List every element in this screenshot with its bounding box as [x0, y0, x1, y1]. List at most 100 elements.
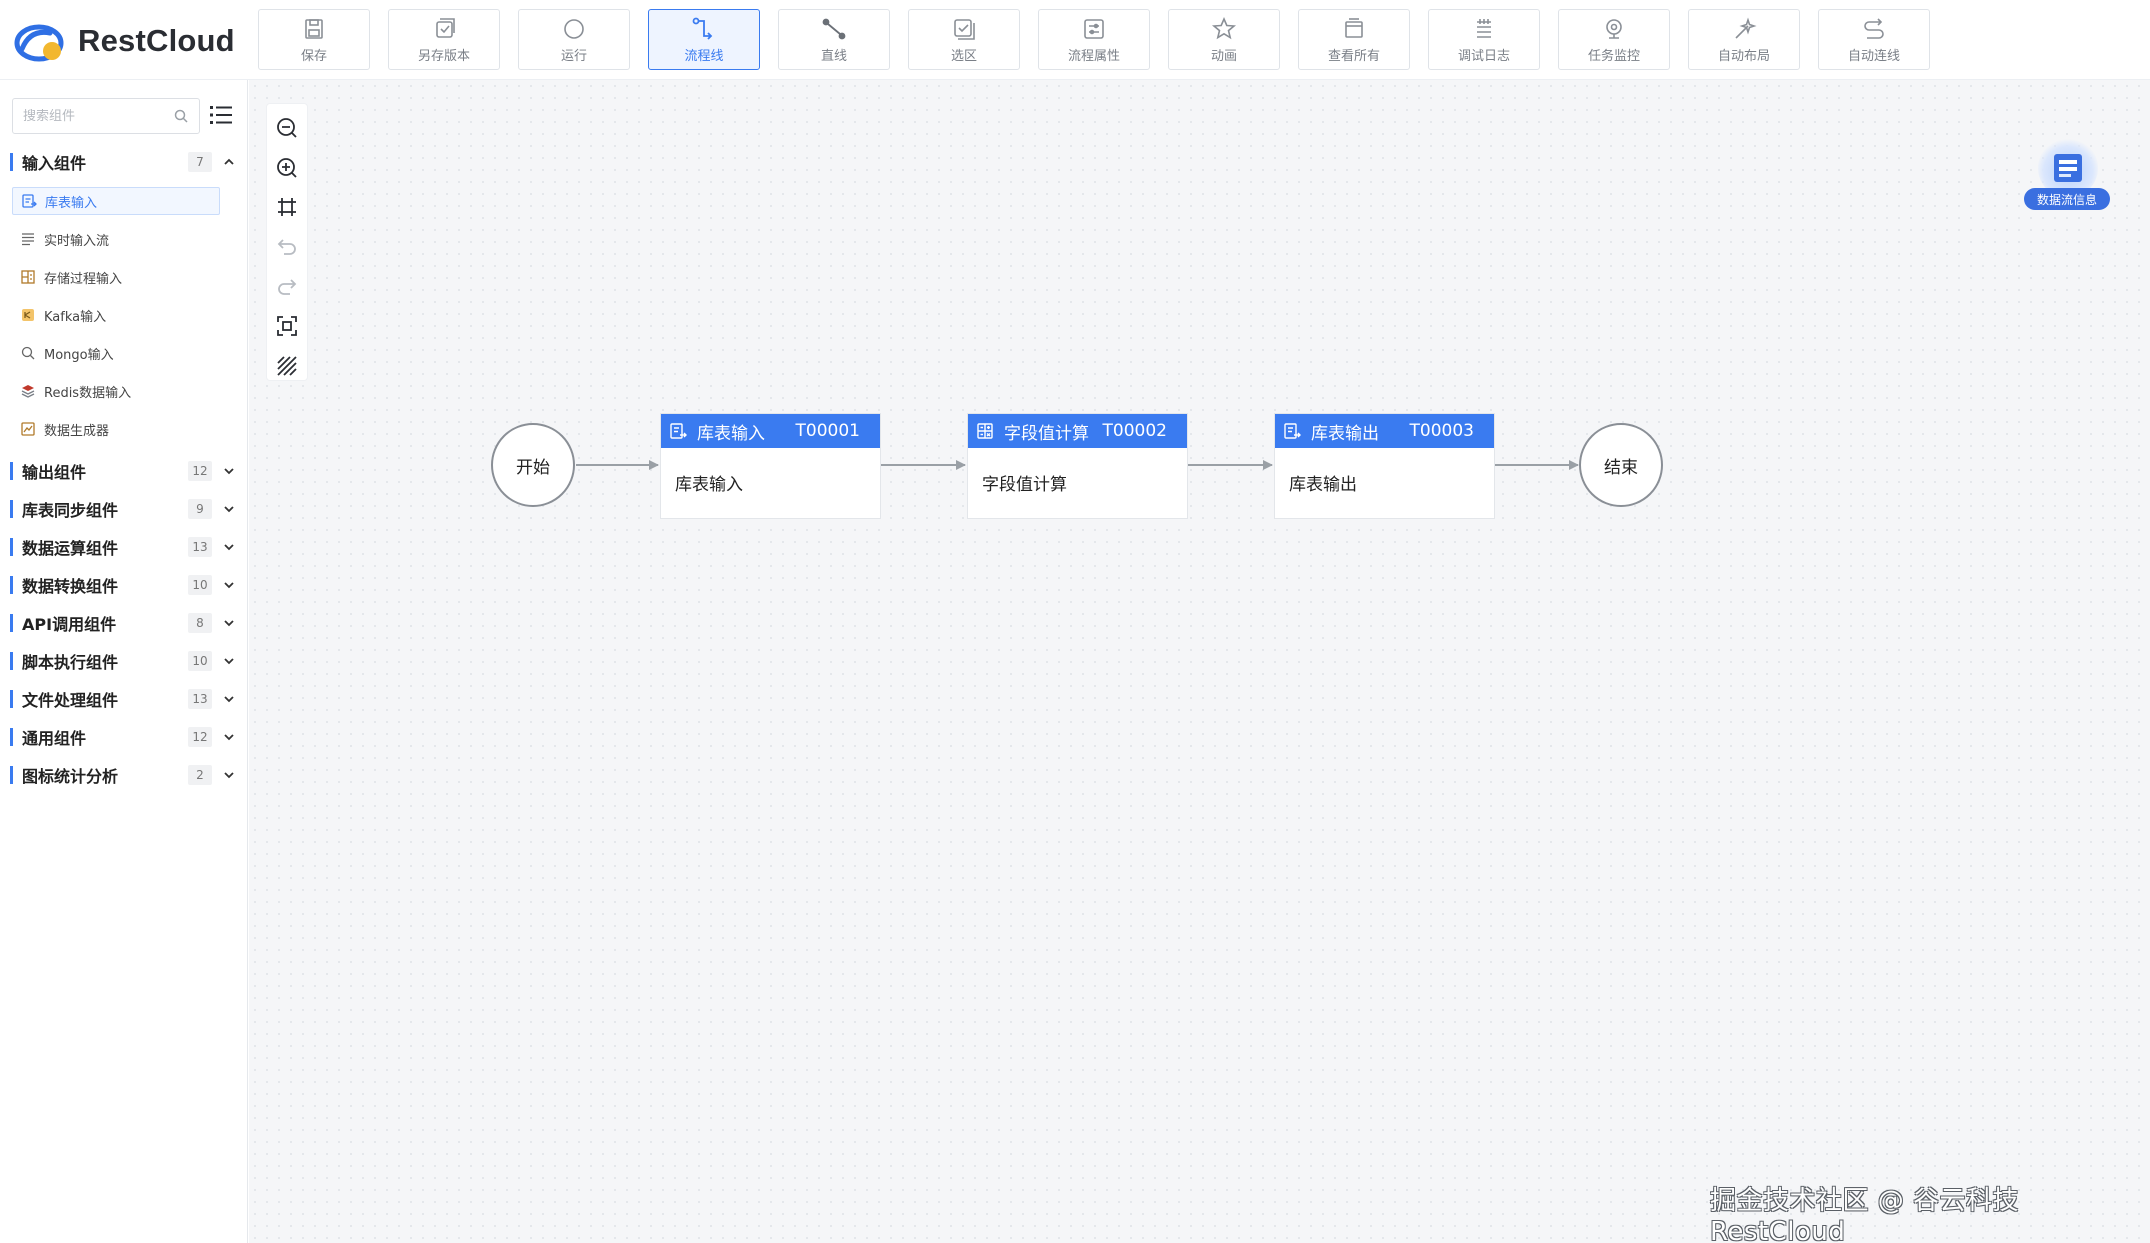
auto-layout-button[interactable]: 自动布局 — [1688, 9, 1800, 70]
save-version-button[interactable]: 另存版本 — [388, 9, 500, 70]
group-name: 文件处理组件 — [22, 691, 119, 710]
data-flow-info-button[interactable]: 数据流信息 — [2024, 138, 2110, 210]
group-count: 8 — [188, 613, 212, 633]
task-monitor-button[interactable]: 任务监控 — [1558, 9, 1670, 70]
group-name: 输出组件 — [22, 463, 87, 482]
chevron-down-icon[interactable] — [222, 654, 236, 668]
group-name: API调用组件 — [22, 615, 117, 634]
sidebar-item-redis[interactable]: Redis数据输入 — [12, 377, 220, 405]
canvas-tools — [267, 104, 307, 380]
task-node-t00002[interactable]: 字段值计算 T00002 字段值计算 — [967, 413, 1188, 519]
flow-properties-button[interactable]: 流程属性 — [1038, 9, 1150, 70]
chevron-down-icon[interactable] — [222, 692, 236, 706]
task-node-t00003[interactable]: 库表输出 T00003 库表输出 — [1274, 413, 1495, 519]
group-marker — [10, 153, 13, 171]
chevron-down-icon[interactable] — [222, 616, 236, 630]
grid-toggle-button[interactable] — [273, 352, 301, 380]
chevron-down-icon[interactable] — [222, 540, 236, 554]
group-general-components[interactable]: 通用组件 12 — [10, 725, 236, 749]
sidebar-item-realtime-stream[interactable]: 实时输入流 — [12, 225, 220, 253]
data-generator-icon — [21, 422, 35, 436]
task-id: T00001 — [795, 421, 860, 441]
flow-line-button[interactable]: 流程线 — [648, 9, 760, 70]
run-icon — [564, 18, 584, 39]
mongo-icon — [21, 346, 35, 360]
group-chart-analysis[interactable]: 图标统计分析 2 — [10, 763, 236, 787]
group-count: 12 — [188, 727, 212, 747]
group-count: 7 — [188, 152, 212, 172]
selection-label: 选区 — [950, 48, 977, 64]
sidebar-item-table-input[interactable]: 库表输入 — [12, 187, 220, 215]
sidebar-item-stored-procedure[interactable]: 存储过程输入 — [12, 263, 220, 291]
fit-view-button[interactable] — [273, 193, 301, 221]
flow-properties-icon — [1084, 18, 1104, 39]
flow-line-icon — [692, 17, 713, 40]
group-data-compute-components[interactable]: 数据运算组件 13 — [10, 535, 236, 559]
flow-properties-label: 流程属性 — [1067, 48, 1120, 64]
search-icon[interactable] — [173, 108, 189, 124]
sidebar-item-label: 存储过程输入 — [44, 271, 123, 287]
flow-canvas[interactable] — [249, 80, 2150, 1243]
view-all-button[interactable]: 查看所有 — [1298, 9, 1410, 70]
auto-layout-label: 自动布局 — [1717, 48, 1770, 64]
start-node[interactable]: 开始 — [491, 423, 575, 507]
save-button[interactable]: 保存 — [258, 9, 370, 70]
chevron-down-icon[interactable] — [222, 578, 236, 592]
undo-button[interactable] — [273, 233, 301, 261]
task-monitor-label: 任务监控 — [1587, 48, 1640, 64]
group-name: 库表同步组件 — [22, 501, 119, 520]
debug-log-button[interactable]: 调试日志 — [1428, 9, 1540, 70]
center-view-button[interactable] — [273, 313, 301, 341]
zoom-in-button[interactable] — [273, 154, 301, 182]
end-node[interactable]: 结束 — [1579, 423, 1663, 507]
group-marker — [10, 728, 13, 746]
task-header: 库表输出 T00003 — [1275, 414, 1494, 448]
group-data-transform-components[interactable]: 数据转换组件 10 — [10, 573, 236, 597]
redis-icon — [21, 385, 35, 398]
chevron-up-icon[interactable] — [222, 155, 236, 169]
group-marker — [10, 538, 13, 556]
sidebar-item-label: Kafka输入 — [44, 309, 107, 325]
selection-button[interactable]: 选区 — [908, 9, 1020, 70]
chevron-down-icon[interactable] — [222, 464, 236, 478]
task-node-t00001[interactable]: 库表输入 T00001 库表输入 — [660, 413, 881, 519]
sidebar-item-kafka[interactable]: Kafka输入 — [12, 301, 220, 329]
task-monitor-icon — [1606, 18, 1622, 39]
data-flow-info-label: 数据流信息 — [2024, 188, 2110, 210]
sidebar-item-data-generator[interactable]: 数据生成器 — [12, 415, 220, 443]
group-api-call-components[interactable]: API调用组件 8 — [10, 611, 236, 635]
group-file-components[interactable]: 文件处理组件 13 — [10, 687, 236, 711]
debug-log-label: 调试日志 — [1457, 48, 1510, 64]
sidebar-item-mongo[interactable]: Mongo输入 — [12, 339, 220, 367]
group-name: 数据转换组件 — [22, 577, 119, 596]
group-marker — [10, 462, 13, 480]
group-script-components[interactable]: 脚本执行组件 10 — [10, 649, 236, 673]
auto-connect-button[interactable]: 自动连线 — [1818, 9, 1930, 70]
sidebar-item-label: 库表输入 — [45, 195, 98, 211]
group-output-components[interactable]: 输出组件 12 — [10, 459, 236, 483]
redo-button[interactable] — [273, 273, 301, 301]
chevron-down-icon[interactable] — [222, 502, 236, 516]
group-table-sync-components[interactable]: 库表同步组件 9 — [10, 497, 236, 521]
straight-line-button[interactable]: 直线 — [778, 9, 890, 70]
group-name: 图标统计分析 — [22, 767, 119, 786]
view-all-label: 查看所有 — [1327, 48, 1380, 64]
component-search-input[interactable] — [23, 108, 173, 124]
list-view-icon[interactable] — [208, 102, 234, 128]
zoom-out-button[interactable] — [273, 114, 301, 142]
chevron-down-icon[interactable] — [222, 730, 236, 744]
run-button[interactable]: 运行 — [518, 9, 630, 70]
group-count: 10 — [188, 575, 212, 595]
save-version-icon — [436, 17, 455, 38]
task-header: 库表输入 T00001 — [661, 414, 880, 448]
chevron-down-icon[interactable] — [222, 768, 236, 782]
selection-icon — [954, 18, 975, 40]
group-count: 12 — [188, 461, 212, 481]
group-marker — [10, 576, 13, 594]
sidebar-item-label: 实时输入流 — [44, 233, 110, 249]
group-input-components[interactable]: 输入组件 7 — [10, 150, 236, 174]
task-body: 库表输出 — [1289, 475, 1357, 495]
animation-label: 动画 — [1210, 48, 1237, 64]
table-output-icon — [1284, 423, 1301, 439]
animation-button[interactable]: 动画 — [1168, 9, 1280, 70]
